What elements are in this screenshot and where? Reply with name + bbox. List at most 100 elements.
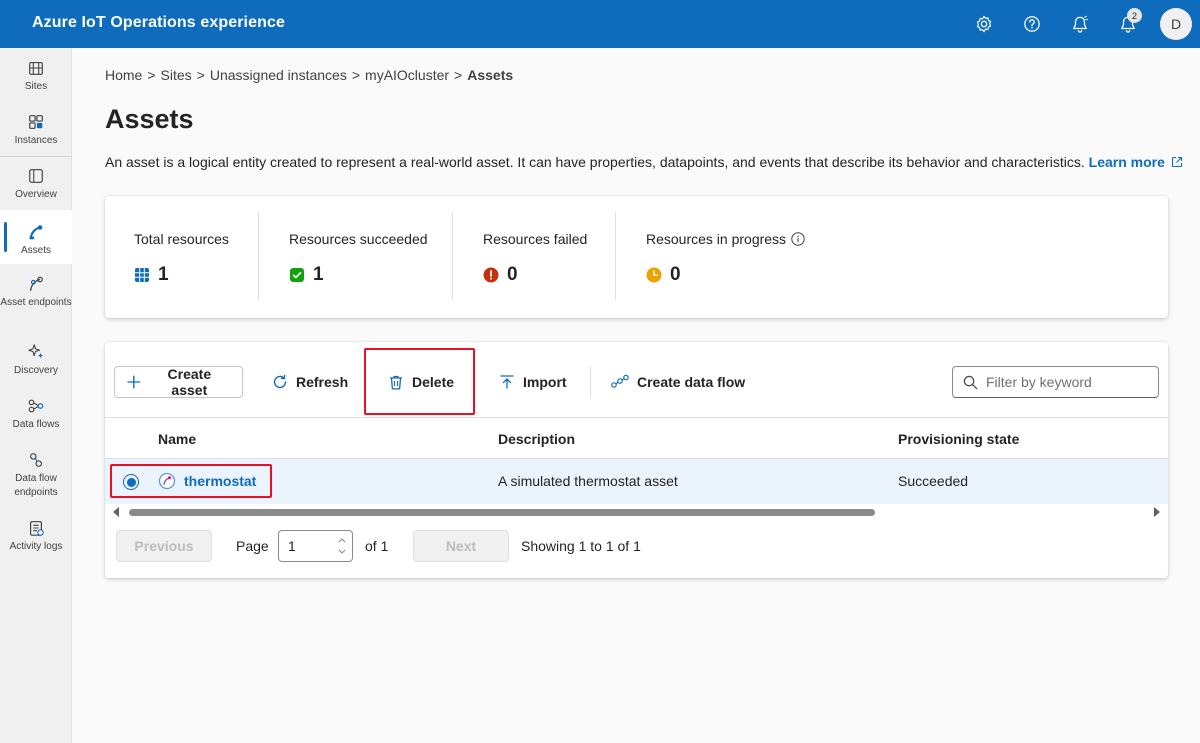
stat-label: Resources in progress [646,231,805,247]
assets-grid-card: Create asset Refresh Delete Import Creat… [105,342,1168,578]
breadcrumb-separator: > [196,67,205,83]
column-header-description[interactable]: Description [498,431,575,447]
column-header-provisioning-state[interactable]: Provisioning state [898,431,1019,447]
sites-icon [26,58,46,78]
stat-value: 0 [670,264,681,285]
scroll-left-arrow-icon[interactable] [113,507,119,517]
create-asset-label: Create asset [167,366,212,398]
trash-icon [390,375,402,390]
info-icon[interactable] [791,232,805,246]
page-title: Assets [105,104,194,134]
nav-label: Activity logs [9,541,63,552]
refresh-button[interactable]: Refresh [272,366,348,398]
notification-badge: 2 [1127,8,1142,23]
breadcrumb-separator: > [147,67,156,83]
help-icon[interactable] [1020,12,1044,36]
breadcrumb-cluster[interactable]: myAIOcluster [365,67,449,83]
description-text: An asset is a logical entity created to … [105,154,1085,170]
nav-item-assets[interactable]: Assets [0,210,72,264]
breadcrumb-sites[interactable]: Sites [161,67,192,83]
plus-icon [127,375,141,389]
resource-summary-card: Total resources 1 Resources succeeded 1 … [105,196,1168,318]
stat-value: 1 [158,264,169,285]
nav-label: Sites [24,81,48,92]
table-header: Name Description Provisioning state [105,417,1168,459]
scrollbar-thumb[interactable] [129,509,875,516]
import-icon [500,375,514,389]
asset-endpoints-icon [26,274,46,294]
import-label: Import [523,374,567,390]
grid-icon [135,268,149,282]
learn-more-link[interactable]: Learn more [1089,154,1183,170]
nav-item-data-flows[interactable]: Data flows [0,396,72,438]
stat-value-row: 0 [646,264,681,286]
nav-label: Asset endpoints [0,297,72,308]
breadcrumb: Home > Sites > Unassigned instances > my… [105,67,513,83]
delete-button[interactable]: Delete [388,366,454,398]
nav-item-discovery[interactable]: Discovery [0,342,72,384]
pagination: Previous Page 1 of 1 Next Showing 1 to 1… [105,530,1168,562]
nav-item-data-flow-endpoints[interactable]: Data flow endpoints [0,450,72,506]
data-flow-endpoints-icon [26,450,46,470]
feedback-icon[interactable] [1068,12,1092,36]
stat-label: Resources succeeded [289,231,428,247]
user-avatar[interactable]: D [1160,8,1192,40]
import-button[interactable]: Import [499,366,567,398]
stat-divider [615,212,616,300]
learn-more-label: Learn more [1088,154,1165,170]
app-title: Azure IoT Operations experience [32,14,285,31]
nav-item-asset-endpoints[interactable]: Asset endpoints [0,274,72,330]
filter-input[interactable] [986,374,1146,390]
discovery-icon [26,342,46,362]
external-link-icon [1171,156,1182,168]
asset-provisioning-state: Succeeded [898,473,969,489]
nav-item-overview[interactable]: Overview [0,166,72,208]
page-of-label: of 1 [365,538,389,554]
next-page-button[interactable]: Next [413,530,509,562]
asset-name-link[interactable]: thermostat [184,473,256,489]
filter-box[interactable] [952,366,1159,398]
scroll-right-arrow-icon[interactable] [1154,507,1160,517]
stat-label-text: Resources in progress [646,231,787,247]
create-asset-button[interactable]: Create asset [114,366,243,398]
instances-icon [26,112,46,132]
activity-logs-icon [26,518,46,538]
create-data-flow-button[interactable]: Create data flow [611,366,745,398]
nav-item-instances[interactable]: Instances [0,112,72,154]
stat-value: 0 [507,264,518,285]
nav-divider [0,156,72,157]
stat-divider [258,212,259,300]
refresh-label: Refresh [296,374,349,390]
error-icon [483,267,499,283]
spin-arrows-icon[interactable] [337,535,347,557]
stat-label: Total resources [134,231,229,247]
column-header-name[interactable]: Name [158,431,196,447]
table-row[interactable]: thermostat A simulated thermostat asset … [105,459,1168,504]
refresh-icon [273,374,287,389]
page-description: An asset is a logical entity created to … [105,154,1183,170]
stat-value-row: 1 [289,264,324,286]
row-select-radio[interactable] [123,474,139,490]
nav-label: Data flow endpoints [14,473,58,498]
toolbar-divider [590,366,591,398]
breadcrumb-separator: > [454,67,463,83]
previous-page-button[interactable]: Previous [116,530,212,562]
nav-item-sites[interactable]: Sites [0,58,72,100]
nav-label: Overview [15,189,57,200]
breadcrumb-home[interactable]: Home [105,67,142,83]
stat-value: 1 [313,264,324,285]
breadcrumb-current: Assets [467,67,514,83]
success-check-icon [290,268,304,282]
overview-icon [26,166,46,186]
settings-gear-icon[interactable] [972,12,996,36]
clock-icon [646,267,662,283]
page-number-input[interactable]: 1 [278,530,353,562]
stat-value-row: 0 [483,264,518,286]
delete-label: Delete [412,374,455,390]
data-flow-icon [611,374,629,388]
page-number-value: 1 [288,538,296,554]
horizontal-scrollbar[interactable] [113,507,1160,517]
nav-item-activity-logs[interactable]: Activity logs [0,518,72,574]
main-content: Home > Sites > Unassigned instances > my… [73,48,1200,743]
breadcrumb-unassigned-instances[interactable]: Unassigned instances [210,67,347,83]
